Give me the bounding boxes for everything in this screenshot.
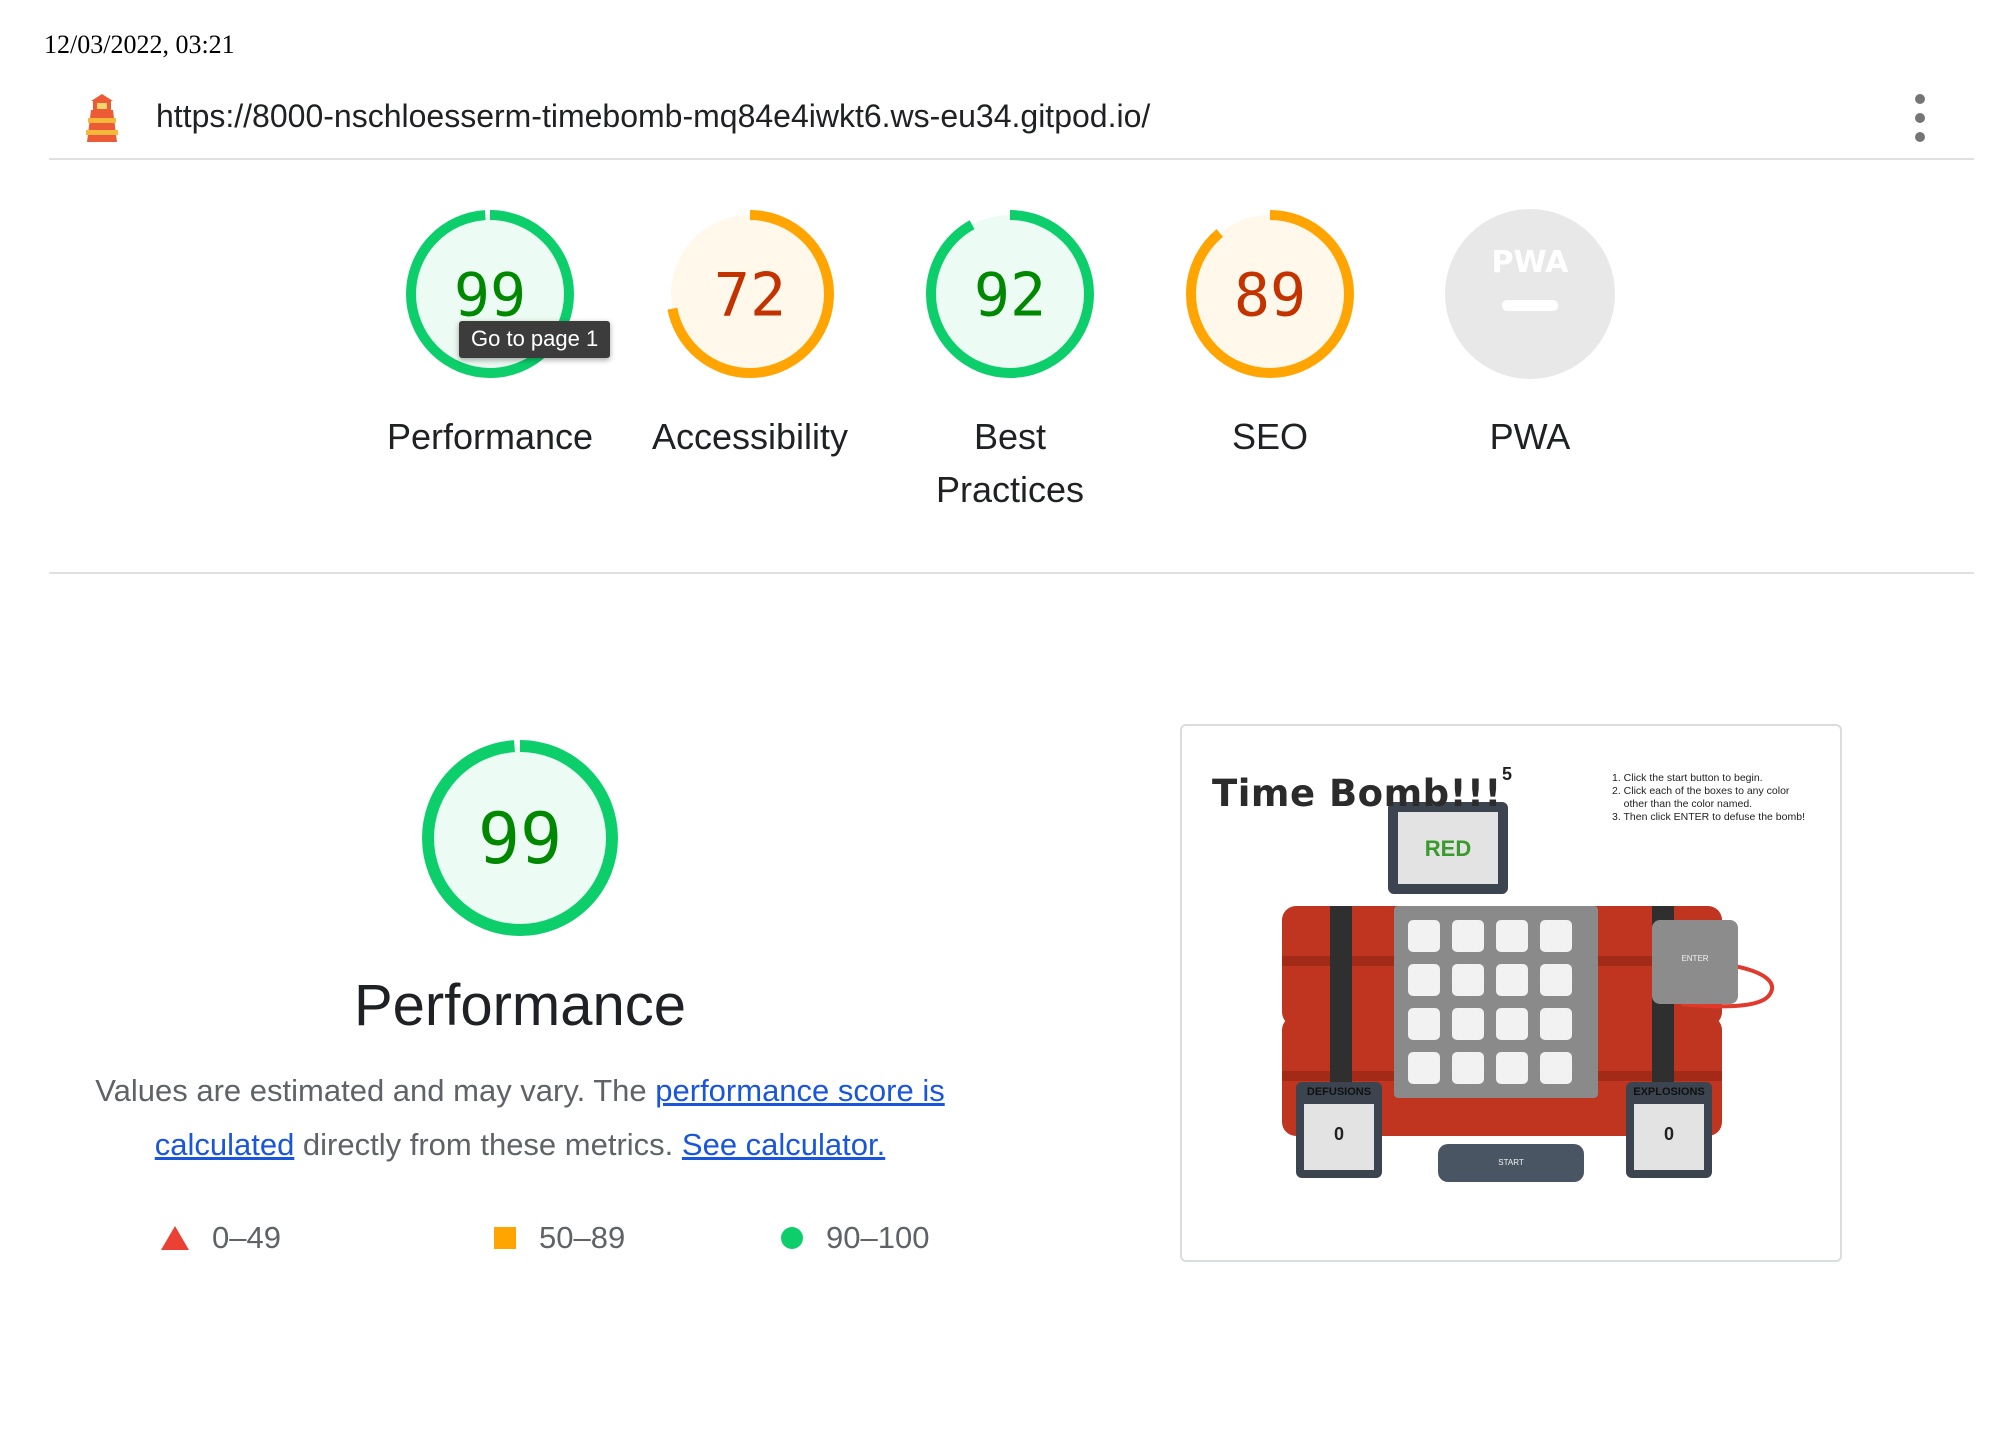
- gauge-score: 99: [478, 798, 562, 880]
- gauge-seo[interactable]: 89 SEO: [1140, 208, 1400, 463]
- section-divider: [49, 572, 1974, 574]
- keypad-cell: [1540, 920, 1572, 952]
- game-instructions: 1. Click the start button to begin. 2. C…: [1612, 772, 1805, 823]
- gauge-label: PWA: [1489, 416, 1571, 457]
- gauge-label: Best Practices: [935, 416, 1085, 510]
- gauge-accessibility[interactable]: 72 Accessibility: [620, 208, 880, 463]
- keypad-cell: [1452, 964, 1484, 996]
- na-dash-icon: [1502, 300, 1558, 311]
- square-icon: [494, 1227, 516, 1249]
- keypad-cell: [1408, 920, 1440, 952]
- keypad-cell: [1452, 1008, 1484, 1040]
- pwa-badge-icon: PWA: [1445, 209, 1615, 379]
- legend-range: 0–49: [212, 1220, 281, 1255]
- defusions-value: 0: [1333, 1124, 1344, 1144]
- start-button: START: [1498, 1158, 1524, 1167]
- page-screenshot-thumbnail[interactable]: Time Bomb!!! 5 1. Click the start button…: [1180, 724, 1842, 1262]
- gauge-label: Performance: [386, 416, 594, 457]
- keypad-cell: [1452, 920, 1484, 952]
- keypad-cell: [1496, 964, 1528, 996]
- gauge-pwa[interactable]: PWA PWA: [1400, 208, 1660, 463]
- enter-button: ENTER: [1681, 954, 1709, 963]
- tooltip: Go to page 1: [459, 321, 611, 358]
- gauge-ring: 89: [1186, 210, 1354, 378]
- keypad-cell: [1540, 964, 1572, 996]
- gauge-ring: 72: [666, 210, 834, 378]
- gauge-label: Accessibility: [651, 416, 849, 457]
- score-gauges: 99 Performance 72 Accessibility 92 Best …: [360, 208, 1660, 528]
- circle-icon: [781, 1227, 803, 1249]
- kebab-menu-icon[interactable]: [1912, 94, 1928, 142]
- see-calculator-link[interactable]: See calculator.: [682, 1127, 885, 1162]
- gauge-best-practices[interactable]: 92 Best Practices: [880, 208, 1140, 516]
- desc-text: Values are estimated and may vary. The: [95, 1073, 656, 1108]
- lighthouse-icon: [86, 94, 118, 142]
- keypad-cell: [1496, 1052, 1528, 1084]
- keypad-cell: [1408, 964, 1440, 996]
- game-counter: 5: [1502, 764, 1513, 784]
- performance-title: Performance: [353, 973, 687, 1038]
- keypad-cell: [1452, 1052, 1484, 1084]
- legend-average: 50–89: [493, 1220, 625, 1256]
- legend-range: 50–89: [539, 1220, 626, 1255]
- explosions-value: 0: [1663, 1124, 1674, 1144]
- gauge-score: 89: [1234, 261, 1306, 331]
- report-topbar: https://8000-nschloesserm-timebomb-mq84e…: [49, 84, 1974, 160]
- report-url: https://8000-nschloesserm-timebomb-mq84e…: [156, 98, 1151, 134]
- legend-fail: 0–49: [160, 1220, 281, 1256]
- defusions-label: DEFUSIONS: [1306, 1086, 1372, 1098]
- legend-range: 90–100: [826, 1220, 930, 1255]
- report-timestamp: 12/03/2022, 03:21: [44, 30, 235, 59]
- color-word: RED: [1424, 836, 1472, 861]
- keypad-cell: [1408, 1008, 1440, 1040]
- explosions-label: EXPLOSIONS: [1633, 1086, 1705, 1098]
- gauge-score: 92: [974, 261, 1046, 331]
- keypad-cell: [1496, 920, 1528, 952]
- desc-text: directly from these metrics.: [294, 1127, 682, 1162]
- keypad-cell: [1408, 1052, 1440, 1084]
- performance-description: Values are estimated and may vary. The p…: [80, 1064, 960, 1172]
- legend-pass: 90–100: [780, 1220, 929, 1256]
- gauge-ring: 92: [926, 210, 1094, 378]
- keypad-cell: [1540, 1052, 1572, 1084]
- pwa-badge-text: PWA: [1492, 245, 1570, 280]
- game-title: Time Bomb!!!: [1212, 772, 1502, 815]
- keypad-cell: [1496, 1008, 1528, 1040]
- gauge-label: SEO: [1231, 416, 1309, 457]
- performance-gauge-large: 99: [422, 740, 618, 936]
- keypad-cell: [1540, 1008, 1572, 1040]
- pwa-badge-bg: [1445, 209, 1615, 379]
- triangle-icon: [161, 1226, 189, 1250]
- gauge-score: 72: [714, 261, 786, 331]
